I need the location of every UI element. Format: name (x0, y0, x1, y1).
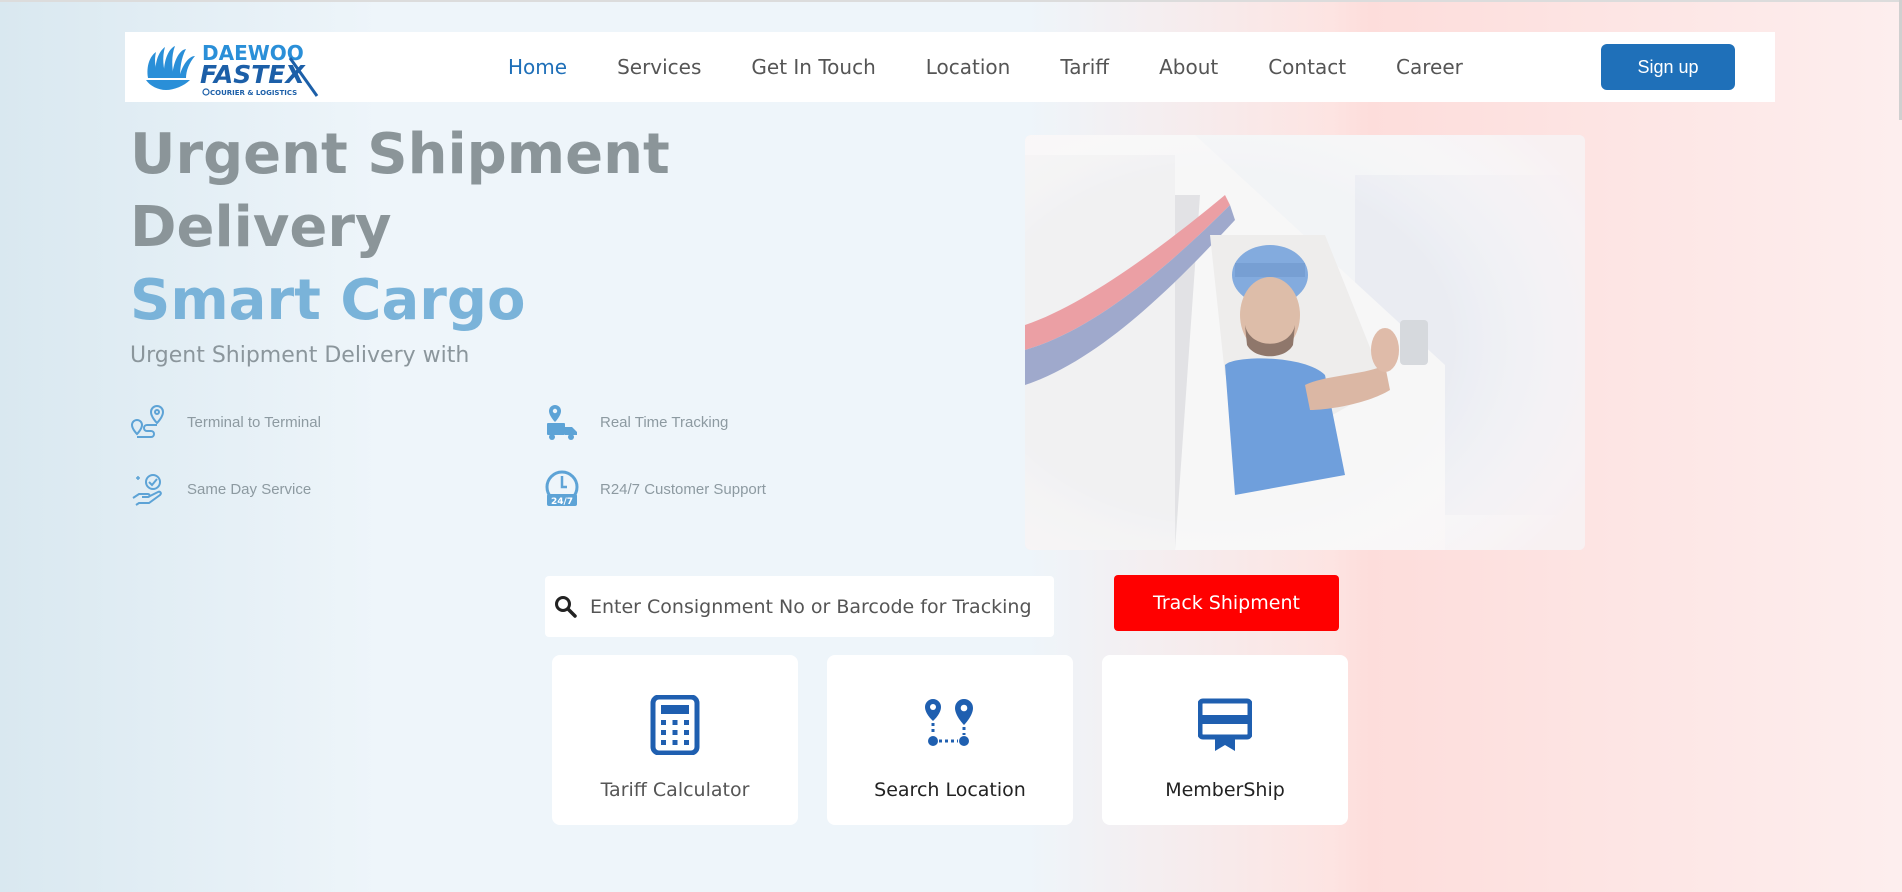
consignment-input[interactable] (590, 576, 1045, 637)
feature-label: Real Time Tracking (600, 413, 729, 431)
logo-tagline: COURIER & LOGISTICS (210, 89, 297, 97)
hero-subtitle: Urgent Shipment Delivery with (130, 343, 470, 368)
same-day-hand-icon (132, 474, 162, 506)
support-24-7-icon: 24/7 (545, 470, 579, 507)
feature-real-time-tracking: Real Time Tracking (543, 403, 728, 441)
feature-customer-support: 24/7 R24/7 Customer Support (543, 470, 766, 508)
nav-home[interactable]: Home (508, 55, 567, 79)
signup-button[interactable]: Sign up (1601, 44, 1735, 90)
route-points-icon (925, 699, 973, 746)
nav-services[interactable]: Services (617, 55, 701, 79)
search-icon (555, 596, 577, 618)
calculator-icon (650, 695, 700, 755)
nav-tariff[interactable]: Tariff (1060, 55, 1109, 79)
hero-title-line3: Smart Cargo (130, 268, 526, 333)
svg-text:24/7: 24/7 (551, 497, 573, 507)
card-label: Search Location (874, 779, 1026, 801)
card-label: Tariff Calculator (600, 779, 750, 801)
feature-label: Same Day Service (187, 480, 312, 498)
card-label: MemberShip (1165, 779, 1285, 801)
nav-contact[interactable]: Contact (1268, 55, 1346, 79)
page-top-border (0, 0, 1902, 2)
logo-line2: FASTEX (200, 60, 306, 89)
nav-career[interactable]: Career (1396, 55, 1463, 79)
track-shipment-button[interactable]: Track Shipment (1114, 575, 1339, 631)
route-pin-icon (130, 404, 165, 438)
delivery-tracking-icon (547, 405, 577, 440)
nav-get-in-touch[interactable]: Get In Touch (751, 55, 875, 79)
card-membership[interactable]: MemberShip (1102, 655, 1348, 825)
hero-title-line1: Urgent Shipment (130, 122, 670, 187)
membership-card-icon (1198, 698, 1252, 751)
card-search-location[interactable]: Search Location (827, 655, 1073, 825)
daewoo-fastex-logo[interactable]: DAEWOO FASTEX COURIER & LOGISTICS (142, 38, 322, 98)
hero-title: Urgent Shipment Delivery Smart Cargo (130, 118, 670, 337)
card-tariff-calculator[interactable]: Tariff Calculator (552, 655, 798, 825)
feature-label: R24/7 Customer Support (600, 480, 766, 498)
hero-title-line2: Delivery (130, 195, 392, 260)
logo-mark-icon: DAEWOO FASTEX COURIER & LOGISTICS (146, 41, 319, 97)
feature-terminal-to-terminal: Terminal to Terminal (130, 403, 321, 441)
main-nav: Home Services Get In Touch Location Tari… (508, 32, 1513, 102)
nav-location[interactable]: Location (926, 55, 1011, 79)
nav-about[interactable]: About (1159, 55, 1218, 79)
feature-same-day-service: Same Day Service (130, 470, 311, 508)
hero-delivery-man-image (1025, 135, 1585, 550)
tracking-search-box (545, 576, 1054, 637)
header-navbar: DAEWOO FASTEX COURIER & LOGISTICS Home S… (125, 32, 1775, 102)
feature-label: Terminal to Terminal (187, 413, 321, 431)
